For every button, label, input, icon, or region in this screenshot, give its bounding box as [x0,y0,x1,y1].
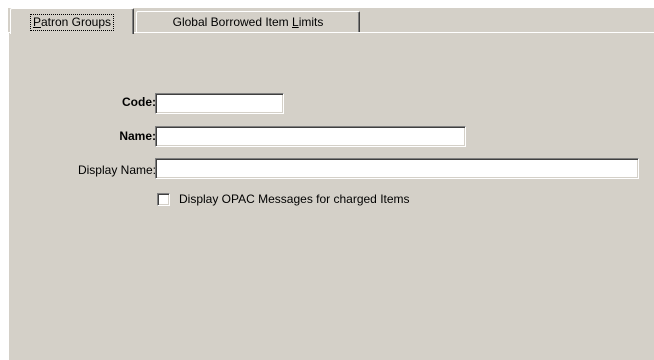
code-label: Code: [122,95,156,109]
opac-messages-label: Display OPAC Messages for charged Items [179,192,410,206]
display-name-label: Display Name: [77,163,156,177]
patron-groups-panel: Code: Name: Display Name: Display OPAC M… [8,32,654,360]
tab-global-borrowed-item-limits[interactable]: Global Borrowed Item Limits [136,11,360,33]
name-field[interactable] [155,126,466,147]
tab-global-borrowed-item-limits-label: Global Borrowed Item Limits [172,15,324,29]
display-name-field[interactable] [155,158,639,179]
tab-strip: Patron Groups Global Borrowed Item Limit… [8,8,654,34]
opac-messages-checkbox[interactable] [157,193,170,206]
code-field[interactable] [155,93,284,114]
tab-patron-groups-label: Patron Groups [29,14,115,31]
tab-patron-groups[interactable]: Patron Groups [10,8,134,34]
name-label: Name: [119,129,156,143]
